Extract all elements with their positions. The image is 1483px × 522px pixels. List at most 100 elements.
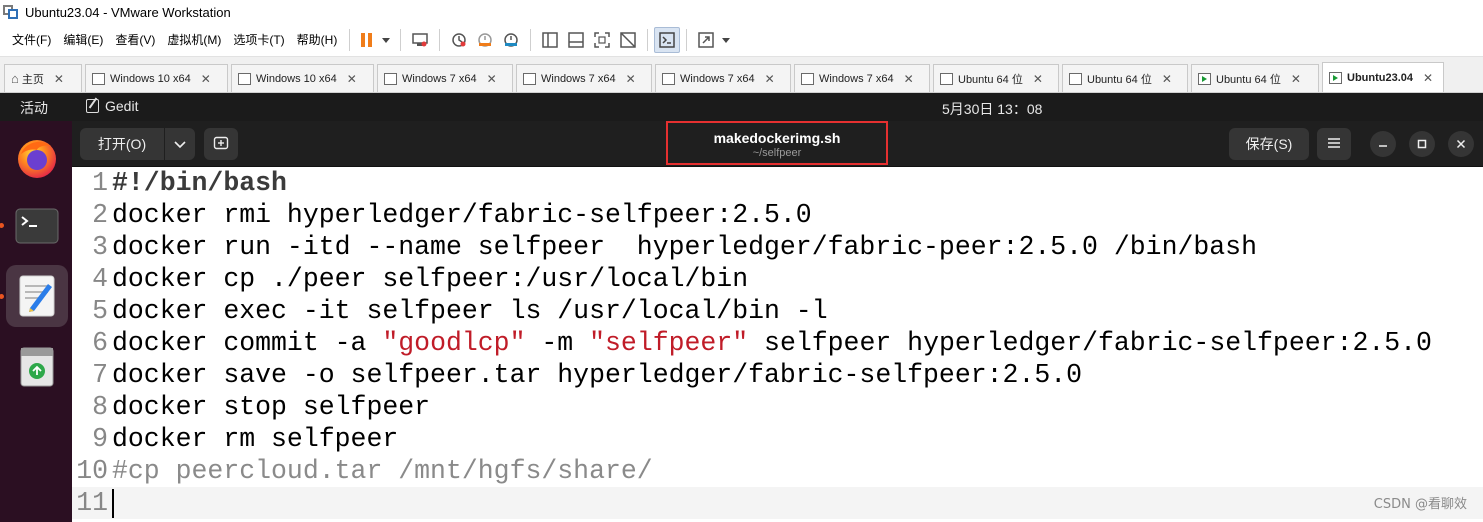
code-line: 9 docker rm selfpeer (72, 423, 1483, 455)
tab-vm[interactable]: Windows 7 x64 ✕ (655, 64, 791, 92)
snapshot-manager-icon[interactable] (498, 27, 524, 53)
close-icon[interactable]: ✕ (626, 72, 636, 86)
close-icon[interactable]: ✕ (1291, 72, 1301, 86)
dock-terminal[interactable] (6, 195, 68, 257)
window-title: Ubuntu23.04 - VMware Workstation (25, 4, 231, 20)
new-tab-button[interactable] (204, 128, 238, 160)
toolbar-divider (686, 29, 688, 51)
tab-vm[interactable]: Windows 7 x64 ✕ (377, 64, 513, 92)
code-line: 7 docker save -o selfpeer.tar hyperledge… (72, 359, 1483, 391)
tab-vm[interactable]: Windows 10 x64 ✕ (231, 64, 374, 92)
send-ctrl-alt-del-icon[interactable] (407, 27, 433, 53)
tab-label: Windows 7 x64 (402, 72, 477, 85)
full-screen-icon[interactable] (589, 27, 615, 53)
menu-view[interactable]: 查看(V) (109, 28, 161, 52)
power-dropdown-chevron-icon[interactable] (378, 27, 394, 53)
code-text: docker stop selfpeer (112, 392, 431, 422)
show-library-icon[interactable] (537, 27, 563, 53)
dock-text-editor[interactable] (6, 265, 68, 327)
hamburger-menu-icon (1327, 136, 1341, 152)
open-button[interactable]: 打开(O) (80, 128, 164, 160)
unity-mode-icon[interactable] (615, 27, 641, 53)
vm-icon (92, 72, 105, 85)
app-name: Gedit (105, 98, 139, 114)
minimize-button[interactable] (1370, 131, 1396, 157)
code-segment: selfpeer hyperledger/fabric-selfpeer:2.5… (748, 328, 1432, 358)
code-segment: -m (525, 328, 590, 358)
code-line: 10 #cp peercloud.tar /mnt/hgfs/share/ (72, 455, 1483, 487)
tab-home[interactable]: ⌂ 主页 ✕ (4, 64, 82, 92)
tab-vm[interactable]: Ubuntu 64 位 ✕ (1191, 64, 1319, 92)
close-icon[interactable]: ✕ (1033, 72, 1043, 86)
menu-file[interactable]: 文件(F) (6, 28, 57, 52)
activities-button[interactable]: 活动 (20, 98, 48, 118)
chevron-down-icon (174, 136, 186, 152)
save-button[interactable]: 保存(S) (1229, 128, 1309, 160)
console-view-icon[interactable] (654, 27, 681, 53)
tab-vm[interactable]: Windows 7 x64 ✕ (794, 64, 930, 92)
close-icon[interactable]: ✕ (904, 72, 914, 86)
toolbar-divider (530, 29, 532, 51)
code-text: #!/bin/bash (112, 168, 287, 198)
tab-vm[interactable]: Ubuntu 64 位 ✕ (1062, 64, 1188, 92)
menu-vm[interactable]: 虚拟机(M) (161, 28, 227, 52)
snapshot-icon[interactable] (446, 27, 472, 53)
text-editor-area[interactable]: 1 #!/bin/bash 2 docker rmi hyperledger/f… (72, 167, 1483, 522)
maximize-button[interactable] (1409, 131, 1435, 157)
document-title: makedockerimg.sh (713, 130, 841, 146)
line-number: 5 (92, 296, 108, 326)
tab-label: Ubuntu 64 位 (1087, 73, 1152, 86)
close-icon[interactable]: ✕ (347, 72, 357, 86)
vmware-titlebar: Ubuntu23.04 - VMware Workstation (0, 0, 1483, 24)
tab-vm[interactable]: Ubuntu 64 位 ✕ (933, 64, 1059, 92)
menu-tabs[interactable]: 选项卡(T) (227, 28, 290, 52)
line-number: 4 (92, 264, 108, 294)
running-indicator (0, 294, 4, 299)
firefox-icon (18, 140, 56, 178)
line-number: 1 (92, 168, 108, 198)
line-number: 10 (76, 456, 108, 486)
menu-edit[interactable]: 编辑(E) (57, 28, 109, 52)
watermark: CSDN @看聊效 (1373, 497, 1467, 512)
code-line-current: 11 (72, 487, 1483, 519)
main-menu-button[interactable] (1317, 128, 1351, 160)
tab-vm[interactable]: Windows 7 x64 ✕ (516, 64, 652, 92)
tab-label: Windows 7 x64 (819, 72, 894, 85)
tab-vm-active[interactable]: Ubuntu23.04 ✕ (1322, 62, 1444, 92)
code-text: docker save -o selfpeer.tar hyperledger/… (112, 360, 1083, 390)
dock-trash[interactable] (6, 335, 68, 397)
close-icon[interactable]: ✕ (54, 72, 64, 86)
revert-snapshot-icon[interactable] (472, 27, 498, 53)
vm-icon (238, 72, 251, 85)
vm-icon (384, 72, 397, 85)
text-cursor (112, 489, 114, 518)
open-recent-button[interactable] (165, 128, 195, 160)
code-text: docker rmi hyperledger/fabric-selfpeer:2… (112, 200, 812, 230)
tab-vm[interactable]: Windows 10 x64 ✕ (85, 64, 228, 92)
close-icon[interactable]: ✕ (1162, 72, 1172, 86)
code-segment: docker commit -a (112, 328, 383, 358)
pause-icon[interactable] (356, 27, 378, 53)
menu-help[interactable]: 帮助(H) (291, 28, 344, 52)
trash-icon (20, 347, 54, 387)
app-menu[interactable]: Gedit (86, 98, 138, 114)
code-line: 4 docker cp ./peer selfpeer:/usr/local/b… (72, 263, 1483, 295)
thumbnail-bar-icon[interactable] (563, 27, 589, 53)
close-icon[interactable]: ✕ (201, 72, 211, 86)
close-icon[interactable]: ✕ (1423, 71, 1433, 85)
vmware-tabbar: ⌂ 主页 ✕ Windows 10 x64 ✕ Windows 10 x64 ✕… (0, 57, 1483, 93)
close-icon[interactable]: ✕ (487, 72, 497, 86)
gedit-headerbar: 打开(O) makedockerimg.sh ~/selfpeer 保存(S) (72, 121, 1483, 167)
stretch-dropdown-chevron-icon[interactable] (719, 27, 733, 53)
stretch-guest-icon[interactable] (693, 27, 719, 53)
code-text: docker exec -it selfpeer ls /usr/local/b… (112, 296, 828, 326)
clock[interactable]: 5月30日 13：08 (942, 99, 1042, 119)
code-text: docker cp ./peer selfpeer:/usr/local/bin (112, 264, 749, 294)
close-icon[interactable]: ✕ (765, 72, 775, 86)
dock-firefox[interactable] (6, 127, 68, 189)
gnome-topbar: 活动 Gedit 5月30日 13：08 (0, 93, 1483, 121)
text-editor-icon (19, 275, 55, 317)
line-number: 3 (92, 232, 108, 262)
tab-label: Ubuntu 64 位 (958, 73, 1023, 86)
close-window-button[interactable] (1448, 131, 1474, 157)
